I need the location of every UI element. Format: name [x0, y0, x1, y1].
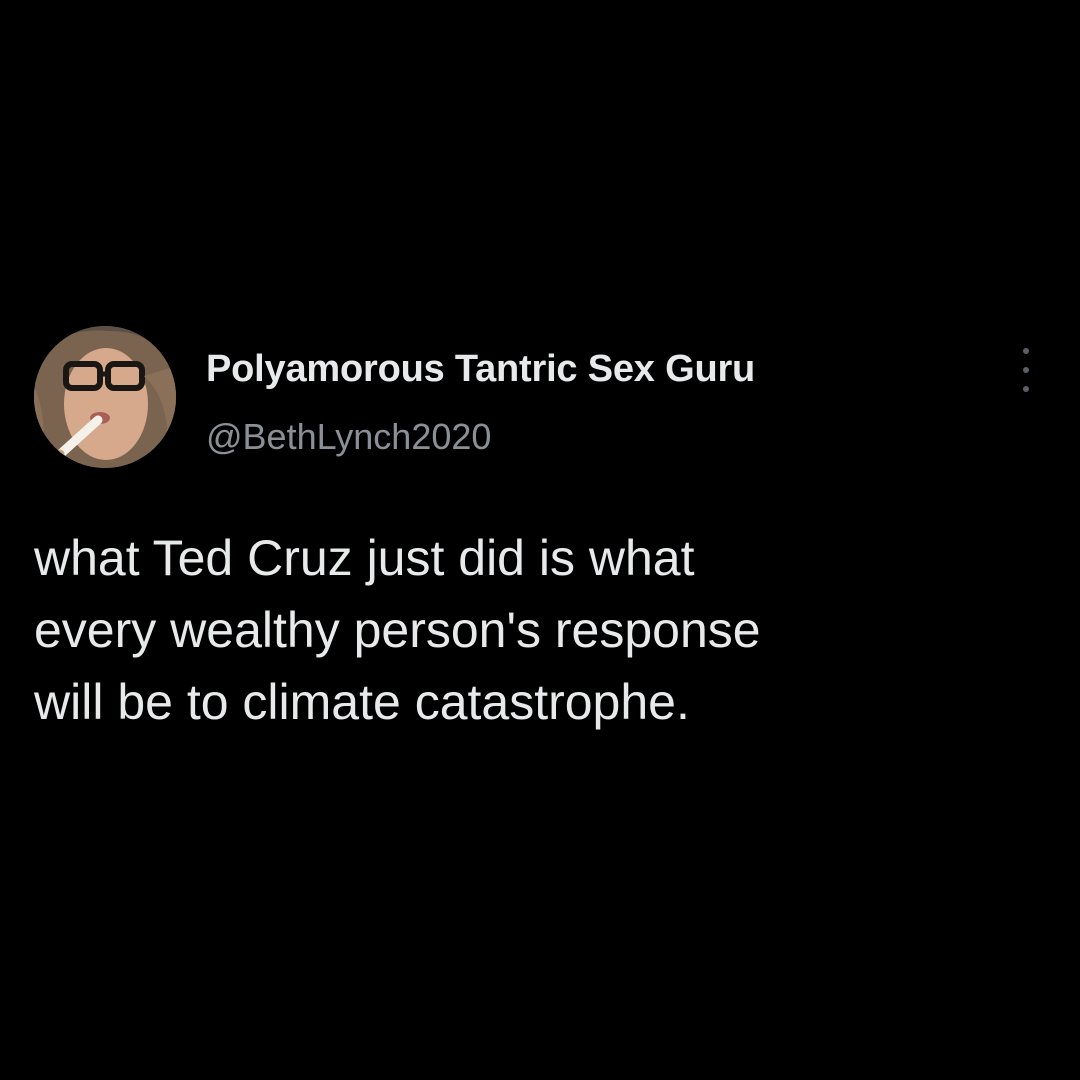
author-display-name[interactable]: Polyamorous Tantric Sex Guru: [206, 348, 755, 391]
author-handle[interactable]: @BethLynch2020: [206, 416, 491, 458]
tweet-card: Polyamorous Tantric Sex Guru @BethLynch2…: [34, 326, 1044, 730]
avatar[interactable]: [34, 326, 176, 468]
avatar-photo: [34, 326, 176, 468]
ellipsis-dot: [1023, 386, 1029, 392]
tweet-header: Polyamorous Tantric Sex Guru @BethLynch2…: [34, 326, 1044, 472]
vertical-ellipsis-icon: [1023, 348, 1029, 354]
tweet-text: what Ted Cruz just did is what every wea…: [34, 530, 761, 730]
more-options-button[interactable]: [1014, 348, 1038, 392]
ellipsis-dot: [1023, 367, 1029, 373]
